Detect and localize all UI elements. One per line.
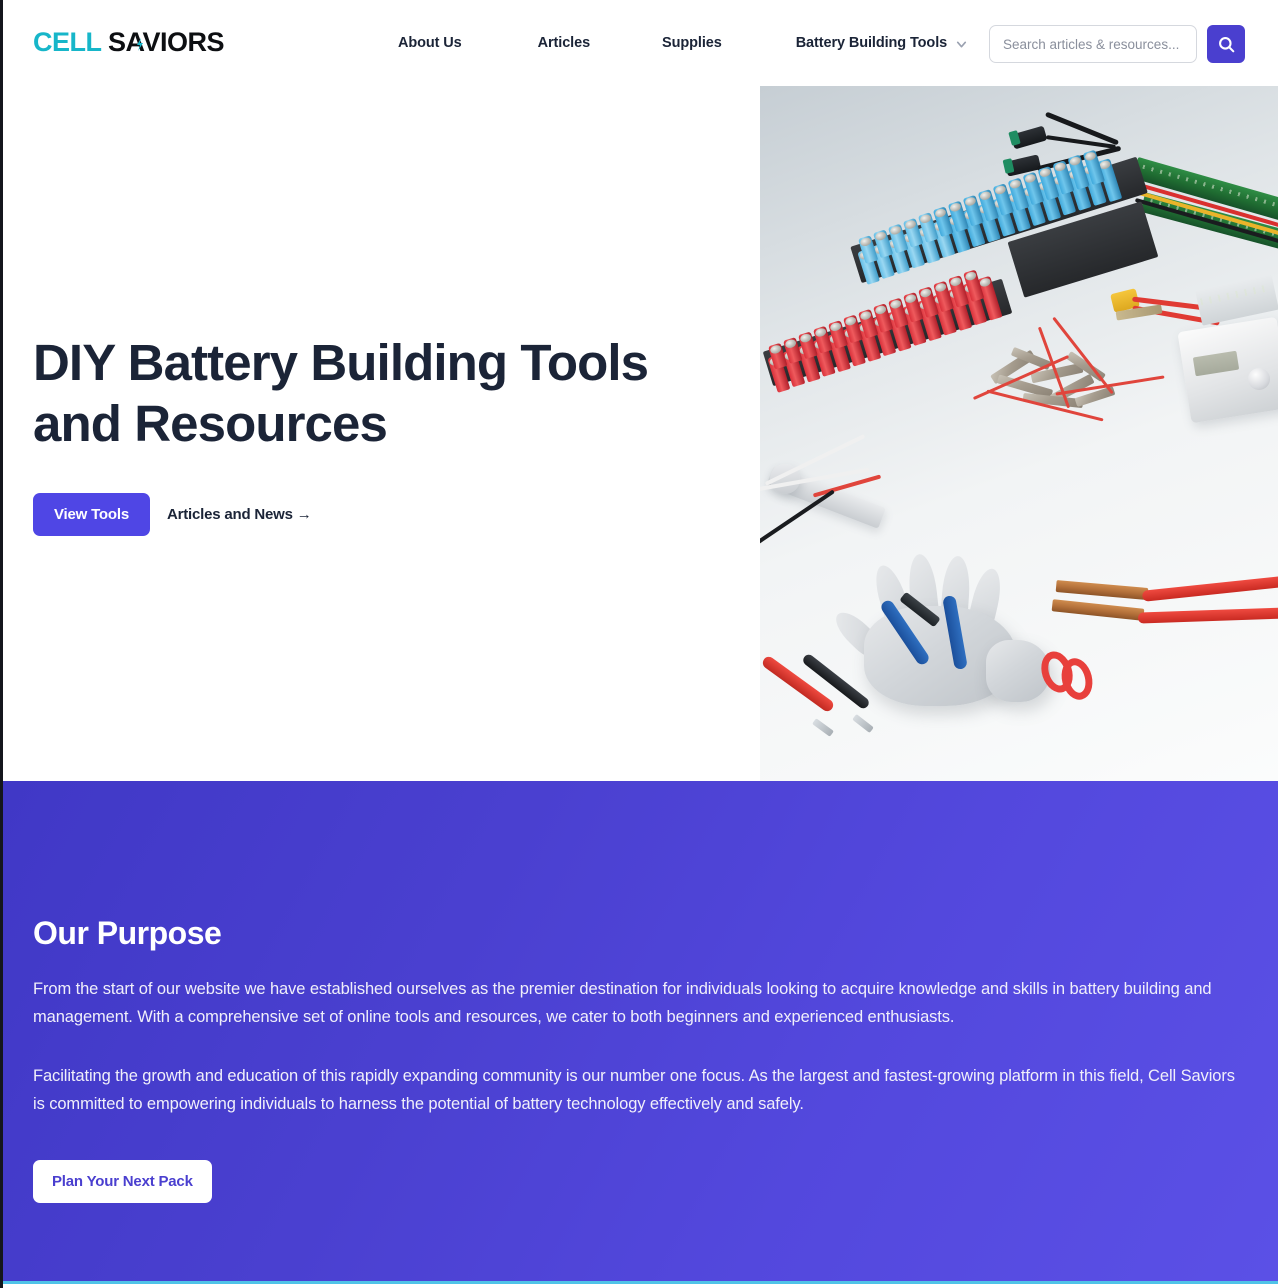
nav-item-articles[interactable]: Articles <box>537 35 591 51</box>
search-icon <box>1217 35 1236 54</box>
hero-copy: DIY Battery Building Tools and Resources… <box>33 86 733 781</box>
multimeter-tip-red <box>812 718 834 737</box>
nav-label: About Us <box>398 35 462 51</box>
nav-label: Supplies <box>662 35 722 51</box>
purpose-content: Our Purpose From the start of our websit… <box>33 781 1245 1203</box>
hero-image <box>760 86 1278 781</box>
main-navigation: About Us Articles Supplies Battery Build… <box>398 0 968 86</box>
search-input[interactable] <box>989 25 1197 63</box>
nav-item-about-us[interactable]: About Us <box>398 35 462 51</box>
nickel-strip-pile <box>965 316 1165 438</box>
chevron-down-icon <box>955 38 968 51</box>
logo-text-cell: CELL <box>33 28 102 57</box>
nav-item-battery-building-tools[interactable]: Battery Building Tools <box>796 35 968 51</box>
articles-and-news-link: Articles and News → <box>166 505 312 523</box>
hero-title: DIY Battery Building Tools and Resources <box>33 333 649 452</box>
logo-wordmark: CELL SAVIORS <box>33 28 225 57</box>
nav-label: Battery Building Tools <box>795 35 948 51</box>
site-header: CELL SAVIORS About Us Articles Supplies … <box>0 0 1278 86</box>
tester-knob <box>1248 368 1270 390</box>
probe-cable-2 <box>1137 607 1278 624</box>
bottom-accent-strip <box>0 1281 1278 1284</box>
site-logo[interactable]: CELL SAVIORS <box>33 27 274 59</box>
purpose-paragraph-1: From the start of our website we have es… <box>33 980 1212 1026</box>
nav-label: Articles <box>537 35 591 51</box>
hero-cta-group: View Tools Articles and News → <box>33 492 733 536</box>
purpose-section: Our Purpose From the start of our websit… <box>0 781 1278 1284</box>
purpose-paragraph-2: Facilitating the growth and education of… <box>33 1067 1235 1113</box>
hero-section: DIY Battery Building Tools and Resources… <box>0 86 1278 781</box>
search-button[interactable] <box>1207 25 1245 63</box>
plan-your-next-pack-button[interactable]: Plan Your Next Pack <box>33 1160 212 1203</box>
search-group <box>989 25 1245 63</box>
nav-item-supplies[interactable]: Supplies <box>662 35 722 51</box>
window-left-edge <box>0 0 3 1288</box>
copper-probe-1 <box>1055 580 1149 600</box>
multimeter-lead-red <box>760 654 836 714</box>
logo-text-saviors: SAVIORS <box>108 28 224 57</box>
view-tools-button[interactable]: View Tools <box>33 492 150 536</box>
page-root: CELL SAVIORS About Us Articles Supplies … <box>0 0 1278 1288</box>
probe-cable-1 <box>1141 575 1278 602</box>
purpose-heading: Our Purpose <box>33 915 222 951</box>
